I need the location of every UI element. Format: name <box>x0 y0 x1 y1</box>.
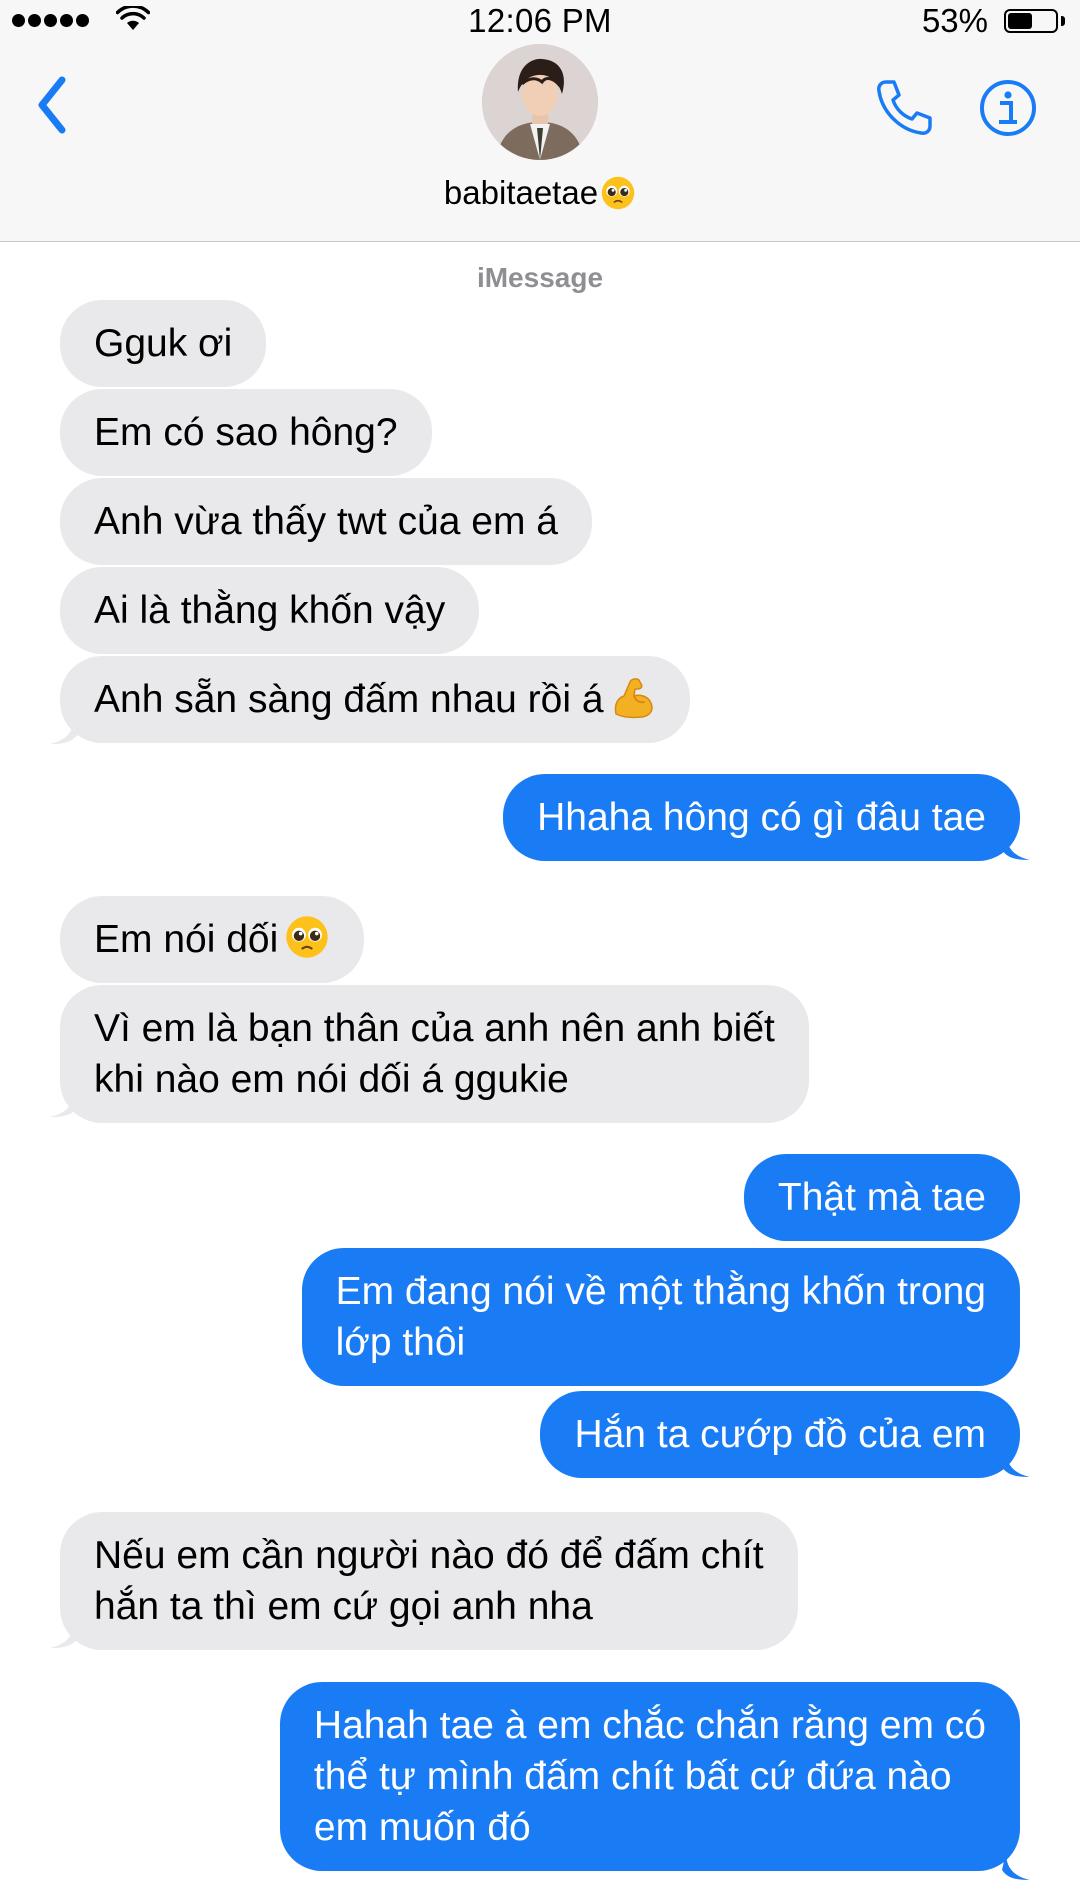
chevron-left-icon[interactable] <box>30 70 80 140</box>
avatar-portrait-image <box>482 44 598 160</box>
flexed-biceps-emoji <box>614 678 653 719</box>
status-bar: 12:06 PM 53% <box>0 0 1080 40</box>
conversation-header: babitaetae <box>0 40 1080 242</box>
bubble-tail-incoming <box>50 1089 78 1117</box>
message-text-line: Hahah tae à em chắc chắn rằng em có <box>313 1704 986 1747</box>
message-text-line: thể tự mình đấm chít bất cứ đứa nào <box>313 1755 952 1798</box>
battery-percent: 53% <box>921 2 988 39</box>
message-text-line: khi nào em nói dối á ggukie <box>94 1058 569 1101</box>
message-text: Em nói dối <box>94 918 279 961</box>
message-bubble-incoming[interactable]: Nếu em cần người nào đó để đấm chít hắn … <box>60 1512 798 1650</box>
message-text: Gguk ơi <box>94 322 233 365</box>
avatar[interactable] <box>482 44 598 160</box>
status-time: 12:06 PM <box>468 2 612 39</box>
message-bubble-outgoing[interactable]: Hahah tae à em chắc chắn rằng em có thể … <box>279 1682 1020 1871</box>
message-text: Thật mà tae <box>777 1176 986 1219</box>
message-text-line: Nếu em cần người nào đó để đấm chít <box>94 1534 764 1577</box>
contact-name-label: babitaetae <box>443 174 599 211</box>
bubble-tail-outgoing <box>1002 1449 1030 1477</box>
message-bubble-incoming[interactable]: Vì em là bạn thân của anh nên anh biết k… <box>60 985 809 1123</box>
bubble-tail-outgoing <box>1002 832 1030 860</box>
message-bubble-incoming[interactable]: Gguk ơi <box>60 300 267 387</box>
bubble-tail-incoming <box>50 716 78 744</box>
message-bubble-incoming[interactable]: Ai là thằng khốn vậy <box>60 567 480 654</box>
message-text-line: Em đang nói về một thằng khốn trong <box>335 1270 986 1313</box>
message-bubble-incoming[interactable]: Em có sao hông? <box>60 389 432 476</box>
bubble-tail-incoming <box>50 1620 78 1648</box>
message-text-line: lớp thôi <box>335 1321 466 1364</box>
battery-tip <box>1061 16 1065 26</box>
message-bubble-incoming[interactable]: Anh vừa thấy twt của em á <box>60 478 593 565</box>
contact-name[interactable]: babitaetae <box>0 174 1080 212</box>
message-bubble-incoming[interactable]: Anh sẵn sàng đấm nhau rồi á <box>60 656 690 743</box>
phone-icon[interactable] <box>872 76 936 140</box>
message-bubble-outgoing[interactable]: Thật mà tae <box>743 1154 1020 1241</box>
pleading-face-emoji <box>601 176 635 210</box>
message-text: Ai là thằng khốn vậy <box>94 589 446 632</box>
message-text-line: Vì em là bạn thân của anh nên anh biết <box>94 1007 775 1050</box>
service-label: iMessage <box>476 262 604 293</box>
bubble-tail-outgoing <box>1002 1852 1030 1880</box>
info-icon[interactable] <box>978 78 1038 138</box>
message-bubble-outgoing[interactable]: Em đang nói về một thằng khốn trong lớp … <box>301 1248 1020 1386</box>
battery-icon <box>1004 9 1058 33</box>
message-text: Hhaha hông có gì đâu tae <box>537 796 986 839</box>
battery-level <box>1008 13 1032 29</box>
message-text: Hắn ta cướp đồ của em <box>574 1413 986 1456</box>
message-text: Em có sao hông? <box>94 411 398 454</box>
message-text-line: em muốn đó <box>313 1806 531 1849</box>
message-text-line: hắn ta thì em cứ gọi anh nha <box>94 1585 593 1628</box>
message-text: Anh vừa thấy twt của em á <box>94 500 559 543</box>
message-bubble-outgoing[interactable]: Hhaha hông có gì đâu tae <box>503 774 1020 861</box>
message-text: Anh sẵn sàng đấm nhau rồi á <box>94 678 604 721</box>
message-bubble-outgoing[interactable]: Hắn ta cướp đồ của em <box>540 1391 1020 1478</box>
message-bubble-incoming[interactable]: Em nói dối <box>60 896 365 983</box>
pleading-face-emoji <box>286 916 328 958</box>
